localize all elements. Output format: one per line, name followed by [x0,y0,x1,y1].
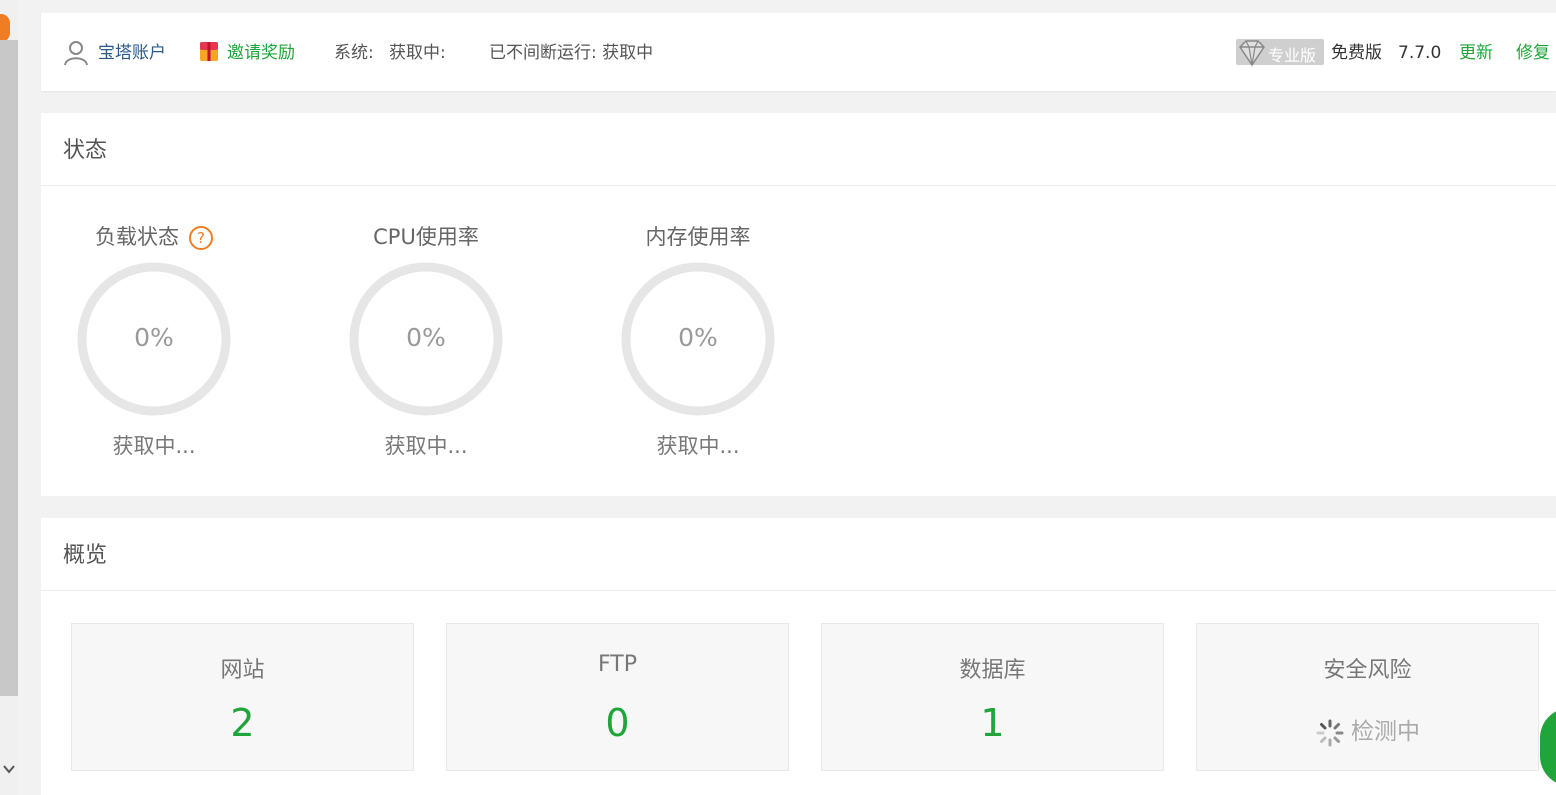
overview-card-value[interactable]: 1 [822,700,1163,746]
load-gauge[interactable]: 负载状态? 0% 获取中... [54,223,254,458]
cpu-gauge[interactable]: CPU使用率 0% 获取中... [326,223,526,458]
sidebar-badge[interactable] [0,14,10,42]
overview-card-label: 网站 [220,658,265,683]
overview-panel-header: 概览 [41,518,1556,591]
cpu-gauge-value: 0% [406,323,446,352]
user-icon[interactable] [64,40,88,66]
spinner-icon [1316,719,1344,746]
overview-card-value[interactable]: 2 [72,700,413,746]
chevron-down-icon[interactable] [2,762,16,776]
overview-card-ftp[interactable]: FTP 0 [446,623,789,771]
sidebar [0,0,18,795]
load-gauge-value: 0% [134,323,174,352]
pro-badge-label: 专业版 [1268,46,1317,65]
overview-card-websites[interactable]: 网站 2 [71,623,414,771]
update-link[interactable]: 更新 [1459,42,1493,64]
invite-reward-link[interactable]: 邀请奖励 [227,42,295,64]
memory-gauge-status: 获取中... [656,434,740,458]
cpu-gauge-label: CPU使用率 [373,225,479,249]
sidebar-scrollbar[interactable] [0,40,18,696]
overview-card-label: 数据库 [959,658,1026,683]
status-panel-header: 状态 [41,113,1556,186]
memory-gauge-value: 0% [678,323,718,352]
top-header-bar: 宝塔账户 邀请奖励 系统: 获取中: 已不间断运行: 获取中 专业版 免费版 7… [41,13,1556,91]
overview-card-security-risk[interactable]: 安全风险 检测中 [1196,623,1539,771]
overview-card-label: FTP [598,652,637,677]
load-gauge-status: 获取中... [112,434,196,458]
gift-icon[interactable] [199,40,219,62]
diamond-icon [1239,40,1265,67]
memory-gauge-label: 内存使用率 [645,225,751,249]
uptime-text: 已不间断运行: 获取中 [489,43,654,63]
system-value: 获取中: [389,43,446,63]
edition-label: 免费版 [1331,43,1382,63]
account-link[interactable]: 宝塔账户 [98,42,166,64]
overview-panel: 概览 网站 2 FTP 0 数据库 1 安全风险 检测中 [41,518,1556,795]
status-panel: 状态 负载状态? 0% 获取中... CPU使用率 0% 获取中... 内存使用… [41,113,1556,496]
overview-card-label: 安全风险 [1323,658,1412,683]
help-icon[interactable]: ? [189,226,213,250]
repair-link[interactable]: 修复 [1516,42,1550,64]
load-gauge-label: 负载状态 [95,225,179,249]
security-risk-status: 检测中 [1351,719,1420,745]
pro-edition-badge[interactable]: 专业版 [1236,39,1324,67]
overview-panel-title: 概览 [63,543,108,568]
version-label: 7.7.0 [1398,43,1442,63]
status-panel-title: 状态 [63,138,108,163]
overview-card-database[interactable]: 数据库 1 [821,623,1164,771]
cpu-gauge-status: 获取中... [384,434,468,458]
overview-card-value[interactable]: 0 [447,700,788,746]
memory-gauge[interactable]: 内存使用率 0% 获取中... [598,223,798,458]
system-label: 系统: [334,43,374,63]
